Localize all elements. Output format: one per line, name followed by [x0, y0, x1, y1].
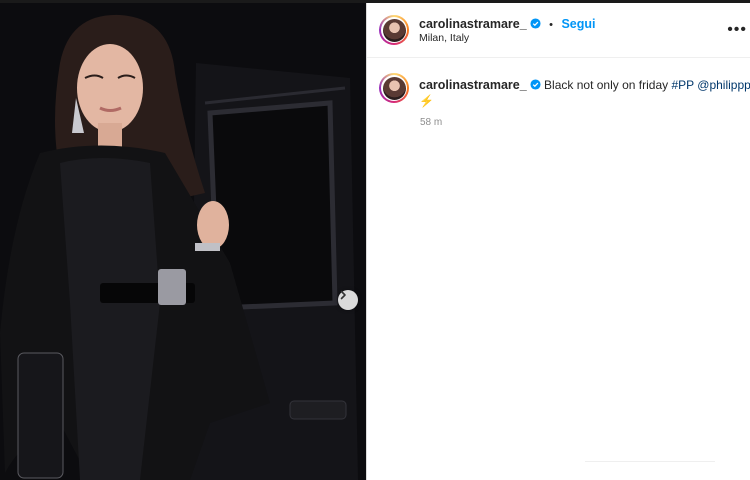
post-photo [0, 3, 366, 480]
caption-text: Black not only on friday [544, 78, 669, 92]
chevron-right-icon [340, 290, 346, 300]
header-separator: • [549, 19, 554, 31]
next-photo-button[interactable] [338, 290, 358, 310]
caption-avatar[interactable] [379, 73, 409, 103]
follow-button[interactable]: Segui [561, 17, 595, 31]
verified-badge-icon [530, 18, 541, 29]
post-header: carolinastramare_ • Segui Milan, Italy •… [367, 3, 750, 58]
header-username[interactable]: carolinastramare_ [419, 17, 527, 31]
lightning-emoji: ⚡ [419, 94, 434, 108]
post-details-panel: carolinastramare_ • Segui Milan, Italy •… [366, 3, 750, 480]
post-media[interactable] [0, 3, 366, 480]
caption-username[interactable]: carolinastramare_ [419, 78, 527, 92]
more-options-button[interactable]: ••• [727, 21, 747, 39]
more-horizontal-icon: ••• [727, 21, 747, 38]
hashtag-link[interactable]: #PP [671, 78, 693, 92]
mention-link[interactable]: @philippplein [697, 78, 750, 92]
avatar[interactable] [379, 15, 409, 45]
post-timestamp[interactable]: 58 m [420, 117, 442, 128]
verified-badge-icon [530, 79, 541, 90]
header-user-line: carolinastramare_ • Segui [419, 15, 596, 33]
location-link[interactable]: Milan, Italy [419, 32, 469, 44]
divider [585, 461, 715, 462]
post-caption: carolinastramare_ Black not only on frid… [419, 77, 750, 109]
